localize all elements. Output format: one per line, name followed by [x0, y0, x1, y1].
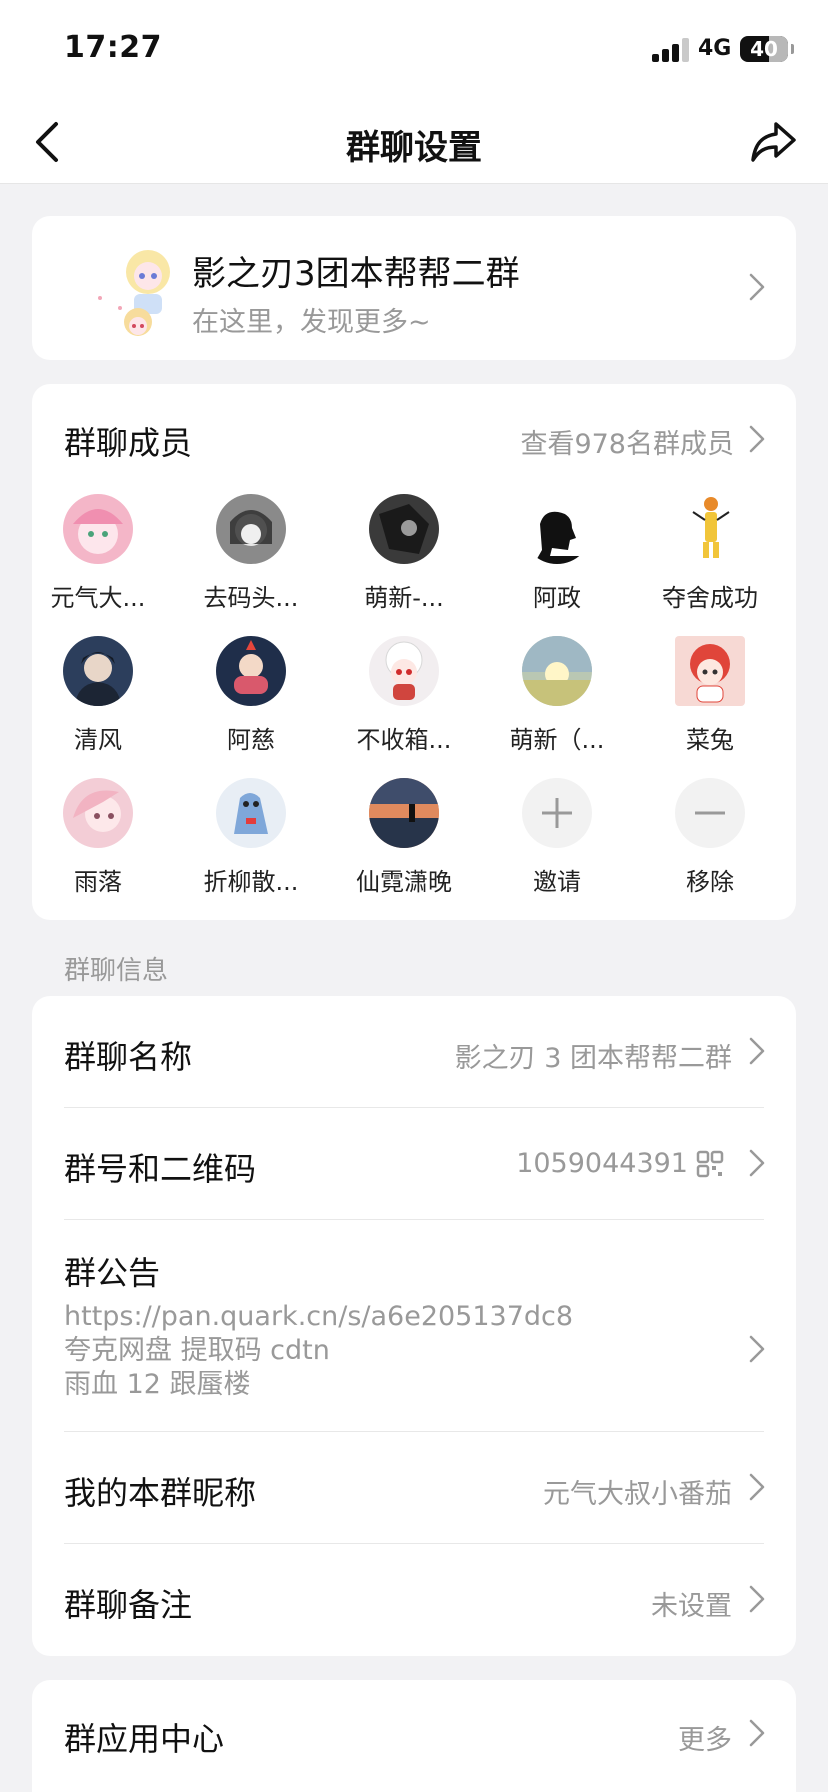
notice-line: 夸克网盘 提取码 cdtn — [64, 1335, 330, 1366]
member-avatar — [216, 494, 286, 564]
member-item[interactable]: 雨落 — [23, 778, 173, 897]
member-avatar — [216, 636, 286, 706]
member-avatar — [522, 494, 592, 564]
member-item[interactable]: 仙霓潇晚 — [329, 778, 479, 897]
group-id-label: 群号和二维码 — [64, 1150, 257, 1188]
chevron-right-icon[interactable] — [748, 424, 766, 454]
member-name: 元气大... — [50, 584, 146, 612]
share-icon[interactable] — [746, 114, 800, 168]
group-id-value: 1059044391 — [516, 1148, 688, 1179]
member-item[interactable]: 萌新（... — [482, 636, 632, 755]
member-avatar — [369, 778, 439, 848]
group-profile-card[interactable]: 影之刃3团本帮帮二群 在这里，发现更多~ — [32, 216, 796, 360]
plus-icon — [522, 778, 592, 848]
info-section-label: 群聊信息 — [64, 956, 169, 986]
member-name: 去码头... — [203, 584, 299, 612]
chevron-right-icon — [749, 1585, 765, 1613]
member-item[interactable]: 夺舍成功 — [635, 494, 785, 613]
member-name: 菜兔 — [686, 726, 734, 754]
group-apps-card[interactable]: 群应用中心 更多 — [32, 1680, 796, 1792]
group-avatar — [98, 250, 170, 336]
chevron-right-icon — [749, 1037, 765, 1065]
member-avatar — [216, 778, 286, 848]
group-notice-content: https://pan.quark.cn/s/a6e205137dc8 夸克网盘… — [64, 1300, 573, 1402]
member-avatar — [522, 636, 592, 706]
status-time: 17:27 — [64, 30, 162, 65]
member-item[interactable]: 不收箱... — [329, 636, 479, 755]
minus-icon — [675, 778, 745, 848]
chevron-right-icon — [749, 1149, 765, 1177]
member-avatar — [369, 636, 439, 706]
member-item[interactable]: 阿政 — [482, 494, 632, 613]
member-name: 萌新（... — [509, 726, 605, 754]
member-avatar — [675, 636, 745, 706]
member-name: 折柳散... — [203, 868, 299, 896]
status-bar: 17:27 4G 40 — [0, 0, 828, 100]
notice-line: 雨血 12 跟蜃楼 — [64, 1369, 251, 1400]
group-name: 影之刃3团本帮帮二群 — [192, 254, 520, 294]
member-item[interactable]: 清风 — [23, 636, 173, 755]
member-avatar — [63, 494, 133, 564]
member-name: 阿慈 — [227, 726, 275, 754]
member-name: 雨落 — [74, 868, 122, 896]
member-name: 不收箱... — [356, 726, 452, 754]
member-item[interactable]: 元气大... — [23, 494, 173, 613]
member-item[interactable]: 折柳散... — [176, 778, 326, 897]
group-remark-label: 群聊备注 — [64, 1586, 193, 1624]
members-card: 群聊成员 查看978名群成员 元气大... 去码头... 萌新-... 阿政 夺… — [32, 384, 796, 920]
my-nickname-value: 元气大叔小番茄 — [543, 1479, 732, 1510]
invite-button[interactable]: 邀请 — [482, 778, 632, 897]
chevron-right-icon — [749, 1719, 765, 1747]
group-apps-more[interactable]: 更多 — [678, 1718, 732, 1757]
member-item[interactable]: 菜兔 — [635, 636, 785, 755]
group-subtitle: 在这里，发现更多~ — [192, 307, 431, 338]
network-type: 4G — [698, 36, 732, 61]
battery-icon: 40 — [740, 36, 794, 62]
member-name: 仙霓潇晚 — [356, 868, 452, 896]
my-nickname-row[interactable]: 我的本群昵称 元气大叔小番茄 — [32, 1432, 796, 1544]
group-id-qrcode-row[interactable]: 群号和二维码 1059044391 — [32, 1108, 796, 1220]
remove-button[interactable]: 移除 — [635, 778, 785, 897]
group-info-card: 群聊名称 影之刃 3 团本帮帮二群 群号和二维码 1059044391 群公告 … — [32, 996, 796, 1656]
nav-bar: 群聊设置 — [0, 100, 828, 184]
view-all-members-link[interactable]: 查看978名群成员 — [520, 422, 734, 461]
group-name-value: 影之刃 3 团本帮帮二群 — [454, 1043, 732, 1074]
qrcode-icon — [696, 1150, 724, 1178]
notice-line: https://pan.quark.cn/s/a6e205137dc8 — [64, 1301, 574, 1332]
member-name: 萌新-... — [364, 584, 444, 612]
invite-label: 邀请 — [533, 868, 581, 896]
group-name-row[interactable]: 群聊名称 影之刃 3 团本帮帮二群 — [32, 996, 796, 1108]
page-title: 群聊设置 — [346, 128, 482, 168]
members-title: 群聊成员 — [64, 424, 193, 462]
member-item[interactable]: 去码头... — [176, 494, 326, 613]
group-notice-row[interactable]: 群公告 https://pan.quark.cn/s/a6e205137dc8 … — [32, 1220, 796, 1432]
member-name: 阿政 — [533, 584, 581, 612]
member-avatar — [675, 494, 745, 564]
member-item[interactable]: 萌新-... — [329, 494, 479, 613]
member-avatar — [63, 778, 133, 848]
my-nickname-label: 我的本群昵称 — [64, 1474, 257, 1512]
chevron-right-icon — [749, 1473, 765, 1501]
member-item[interactable]: 阿慈 — [176, 636, 326, 755]
group-remark-row[interactable]: 群聊备注 未设置 — [32, 1544, 796, 1656]
group-name-label: 群聊名称 — [64, 1038, 193, 1076]
signal-icon — [652, 38, 692, 62]
battery-level: 40 — [750, 37, 778, 61]
member-avatar — [369, 494, 439, 564]
chevron-right-icon — [749, 273, 765, 301]
member-avatar — [63, 636, 133, 706]
member-name: 夺舍成功 — [662, 584, 758, 612]
group-remark-value: 未设置 — [651, 1591, 732, 1622]
member-name: 清风 — [74, 726, 122, 754]
remove-label: 移除 — [686, 868, 734, 896]
group-apps-label: 群应用中心 — [64, 1720, 225, 1758]
chevron-right-icon — [749, 1335, 765, 1363]
group-notice-label: 群公告 — [64, 1254, 161, 1292]
